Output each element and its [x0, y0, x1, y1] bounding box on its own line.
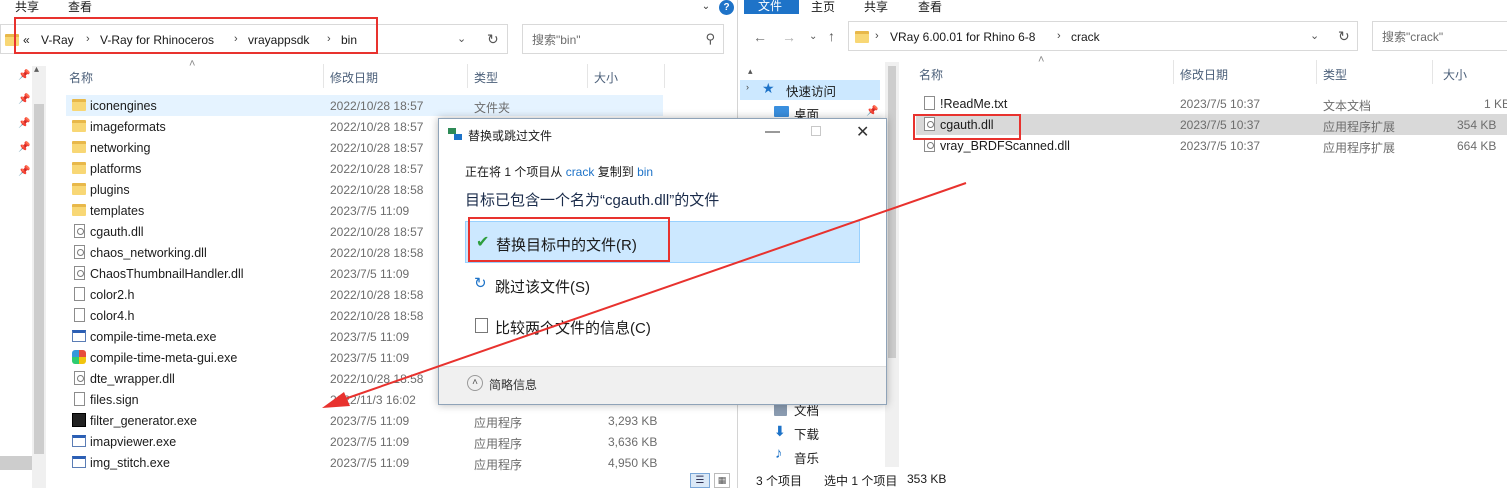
annotation-arrow-line [335, 182, 967, 403]
screenshot-stage: 共享 查看 ⌄ ? « V-Ray › V-Ray for Rhinoceros… [0, 0, 1507, 488]
annotation-arrow-head [322, 392, 350, 408]
annotation-arrow [322, 182, 967, 408]
